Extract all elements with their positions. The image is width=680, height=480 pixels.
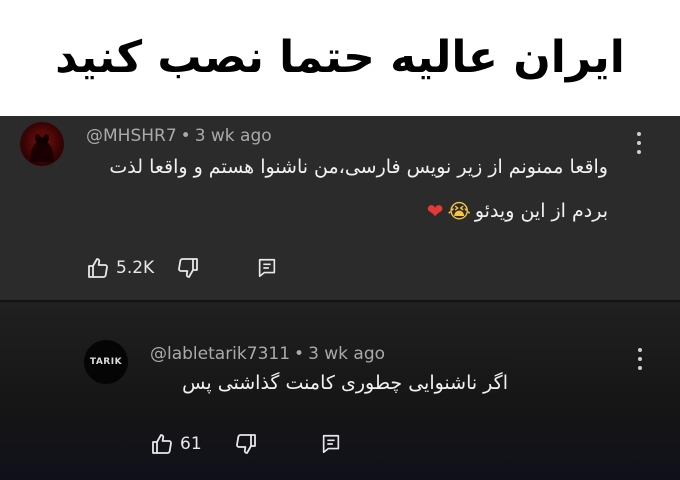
avatar[interactable]: TARIK	[84, 340, 128, 384]
comment-age: 3 wk ago	[194, 126, 272, 146]
comment-username[interactable]: @labletarik7311	[150, 344, 290, 364]
thumbs-down-icon[interactable]	[176, 256, 200, 280]
avatar-text: TARIK	[89, 357, 123, 367]
comment-actions: 61	[150, 432, 342, 456]
comment-actions: 5.2K	[86, 256, 278, 280]
more-vert-icon[interactable]	[636, 132, 642, 154]
comment-text-line: واقعا ممنونم از زیر نویس فارسی،من ناشنوا…	[109, 156, 608, 178]
like-count: 61	[180, 434, 202, 454]
more-vert-icon[interactable]	[637, 348, 643, 370]
thumbs-up-icon[interactable]	[150, 432, 174, 456]
meta-separator: •	[294, 344, 305, 364]
comment-meta: @labletarik7311 • 3 wk ago	[150, 344, 385, 364]
reply-icon[interactable]	[320, 433, 342, 455]
thumbs-up-icon[interactable]	[86, 256, 110, 280]
heart-emoji: ❤	[426, 199, 444, 223]
comment-meta: @MHSHR7 • 3 wk ago	[86, 126, 272, 146]
avatar[interactable]	[20, 122, 64, 166]
comment-age: 3 wk ago	[308, 344, 386, 364]
like-count: 5.2K	[116, 258, 155, 278]
reply-item: TARIK @labletarik7311 • 3 wk ago اگر ناشنو…	[0, 302, 680, 480]
comment-text-line: بردم از این ویدئو 😭 ❤	[427, 200, 608, 222]
thumbs-down-icon[interactable]	[234, 432, 258, 456]
title-banner: ایران عالیه حتما نصب کنید	[0, 0, 680, 116]
comment-username[interactable]: @MHSHR7	[86, 126, 177, 146]
comment-text: اگر ناشنوایی چطوری کامنت گذاشتی پس	[182, 372, 508, 394]
crying-face-emoji: 😭	[447, 199, 471, 223]
banner-title: ایران عالیه حتما نصب کنید	[55, 32, 625, 83]
comment-item: @MHSHR7 • 3 wk ago واقعا ممنونم از زیر نوی…	[0, 116, 680, 300]
meta-separator: •	[180, 126, 191, 146]
comment-text-line2: بردم از این ویدئو	[474, 200, 608, 222]
reply-icon[interactable]	[256, 257, 278, 279]
